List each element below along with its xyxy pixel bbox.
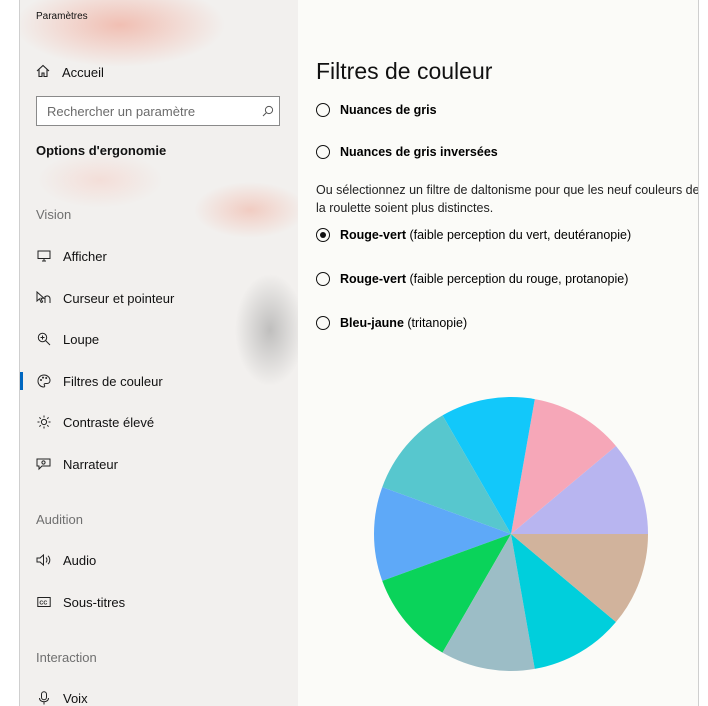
sidebar-item-afficher[interactable]: Afficher <box>20 241 298 271</box>
sidebar-item-label: Contraste élevé <box>63 414 155 430</box>
sidebar-item-voix[interactable]: Voix <box>20 683 298 706</box>
radio-button[interactable] <box>316 228 330 242</box>
sidebar-item-audio[interactable]: Audio <box>20 545 298 575</box>
radio-label-bold: Bleu-jaune <box>340 316 404 330</box>
radio-tritanopia[interactable]: Bleu-jaune (tritanopie) <box>316 316 467 330</box>
sidebar-item-sous-titres[interactable]: CC Sous-titres <box>20 587 298 617</box>
monitor-icon <box>36 248 52 264</box>
radio-label: Nuances de gris inversées <box>340 145 498 159</box>
captions-icon: CC <box>36 594 52 610</box>
home-label: Accueil <box>62 64 104 80</box>
sidebar-item-label: Narrateur <box>63 456 118 472</box>
sidebar-item-contraste-eleve[interactable]: Contraste élevé <box>20 407 298 437</box>
sidebar-item-label: Sous-titres <box>63 594 126 610</box>
sidebar-item-label: Curseur et pointeur <box>63 290 175 306</box>
radio-button[interactable] <box>316 316 330 330</box>
narrator-icon <box>36 456 52 472</box>
sidebar-item-loupe[interactable]: Loupe <box>20 324 298 354</box>
sidebar-item-filtres-de-couleur[interactable]: Filtres de couleur <box>20 366 298 396</box>
sidebar-item-label: Audio <box>63 552 97 568</box>
radio-button[interactable] <box>316 145 330 159</box>
sidebar: Paramètres Accueil Options d'ergonomie V… <box>20 0 298 706</box>
group-label-vision: Vision <box>36 207 72 222</box>
radio-label-detail: (tritanopie) <box>403 316 468 330</box>
radio-label-detail: (faible perception du rouge, protanopie) <box>405 272 629 286</box>
window-title: Paramètres <box>36 11 88 22</box>
content-pane: Filtres de couleur Nuances de gris Nuanc… <box>298 0 698 706</box>
radio-label-detail: (faible perception du vert, deutéranopie… <box>405 228 632 242</box>
radio-deuteranopia[interactable]: Rouge-vert (faible perception du vert, d… <box>316 228 631 242</box>
sun-icon <box>36 414 52 430</box>
sidebar-item-label: Afficher <box>63 248 107 264</box>
radio-button[interactable] <box>316 103 330 117</box>
radio-protanopia[interactable]: Rouge-vert (faible perception du rouge, … <box>316 272 628 286</box>
cursor-icon <box>36 290 52 306</box>
group-label-interaction: Interaction <box>36 650 97 665</box>
sidebar-item-label: Filtres de couleur <box>63 373 163 389</box>
page-title: Filtres de couleur <box>316 58 493 84</box>
settings-window: Paramètres Accueil Options d'ergonomie V… <box>19 0 699 706</box>
svg-text:CC: CC <box>39 601 47 607</box>
group-label-audition: Audition <box>36 512 83 527</box>
search-input[interactable] <box>37 102 257 120</box>
home-link[interactable]: Accueil <box>36 62 104 82</box>
color-wheel <box>373 396 648 672</box>
filter-description: Ou sélectionnez un filtre de daltonisme … <box>316 183 699 215</box>
radio-inverted-grayscale[interactable]: Nuances de gris inversées <box>316 145 498 159</box>
sidebar-item-narrateur[interactable]: Narrateur <box>20 449 298 479</box>
sidebar-item-curseur[interactable]: Curseur et pointeur <box>20 283 298 313</box>
search-box[interactable] <box>36 96 280 126</box>
magnifier-icon <box>36 331 52 347</box>
radio-label: Nuances de gris <box>340 103 437 117</box>
search-icon[interactable] <box>257 105 279 117</box>
speaker-icon <box>36 552 52 568</box>
radio-grayscale[interactable]: Nuances de gris <box>316 103 437 117</box>
radio-label-bold: Rouge-vert <box>340 228 406 242</box>
radio-label-bold: Rouge-vert <box>340 272 406 286</box>
sidebar-item-label: Loupe <box>63 331 100 347</box>
microphone-icon <box>36 690 52 706</box>
home-icon <box>36 64 62 81</box>
sidebar-item-label: Voix <box>63 690 88 706</box>
section-title: Options d'ergonomie <box>36 143 167 158</box>
palette-icon <box>36 373 52 389</box>
radio-button[interactable] <box>316 272 330 286</box>
